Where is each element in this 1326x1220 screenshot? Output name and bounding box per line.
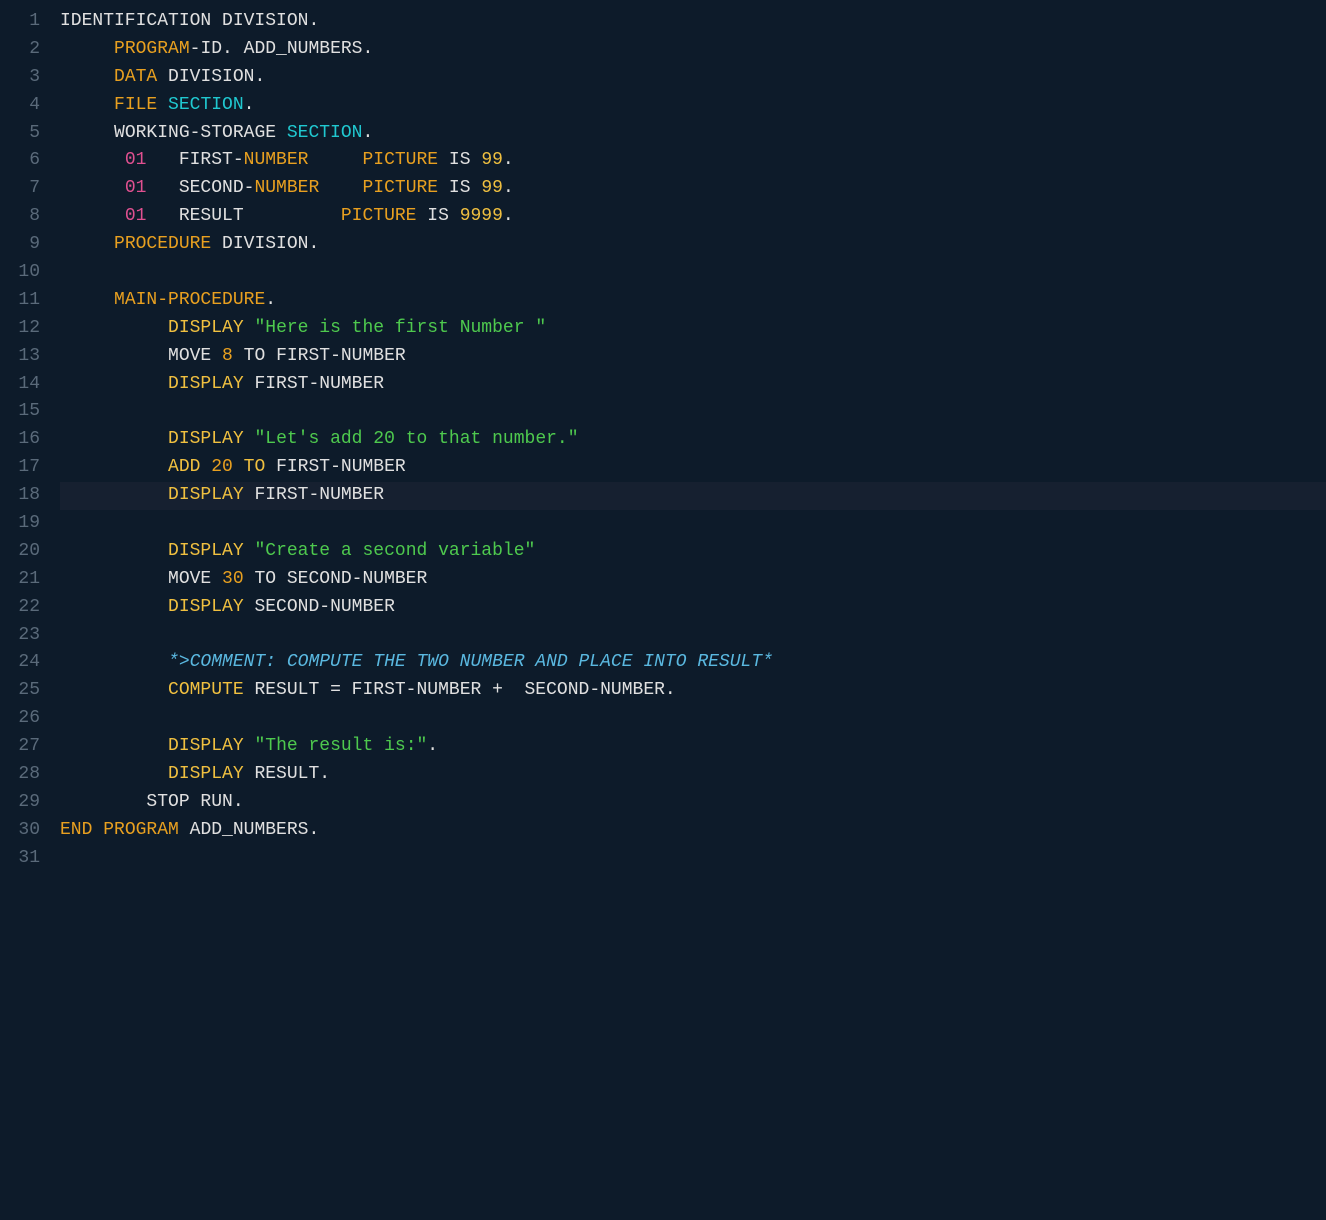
code-line-5: WORKING-STORAGE SECTION.	[60, 120, 1326, 148]
code-line-10	[60, 259, 1326, 287]
code-line-16: DISPLAY "Let's add 20 to that number."	[60, 426, 1326, 454]
line-num-19: 19	[8, 510, 40, 538]
code-line-29: STOP RUN.	[60, 789, 1326, 817]
line-num-26: 26	[8, 705, 40, 733]
code-line-11: MAIN-PROCEDURE.	[60, 287, 1326, 315]
code-line-19	[60, 510, 1326, 538]
line-num-11: 11	[8, 287, 40, 315]
line-num-31: 31	[8, 845, 40, 873]
line-num-8: 8	[8, 203, 40, 231]
line-num-28: 28	[8, 761, 40, 789]
line-num-1: 1	[8, 8, 40, 36]
code-line-28: DISPLAY RESULT.	[60, 761, 1326, 789]
code-line-4: FILE SECTION.	[60, 92, 1326, 120]
line-num-3: 3	[8, 64, 40, 92]
line-numbers: 1 2 3 4 5 6 7 8 9 10 11 12 13 14 15 16 1…	[0, 8, 52, 1212]
code-line-20: DISPLAY "Create a second variable"	[60, 538, 1326, 566]
line-num-22: 22	[8, 594, 40, 622]
line-num-30: 30	[8, 817, 40, 845]
code-line-22: DISPLAY SECOND-NUMBER	[60, 594, 1326, 622]
line-num-14: 14	[8, 371, 40, 399]
line-num-13: 13	[8, 343, 40, 371]
code-line-23	[60, 622, 1326, 650]
line-num-2: 2	[8, 36, 40, 64]
code-line-7: 01 SECOND-NUMBER PICTURE IS 99.	[60, 175, 1326, 203]
line-num-12: 12	[8, 315, 40, 343]
code-line-14: DISPLAY FIRST-NUMBER	[60, 371, 1326, 399]
code-line-6: 01 FIRST-NUMBER PICTURE IS 99.	[60, 147, 1326, 175]
code-line-30: END PROGRAM ADD_NUMBERS.	[60, 817, 1326, 845]
line-num-9: 9	[8, 231, 40, 259]
code-editor: 1 2 3 4 5 6 7 8 9 10 11 12 13 14 15 16 1…	[0, 0, 1326, 1220]
line-num-23: 23	[8, 622, 40, 650]
line-num-24: 24	[8, 649, 40, 677]
code-content: IDENTIFICATION DIVISION. PROGRAM-ID. ADD…	[52, 8, 1326, 1212]
code-line-9: PROCEDURE DIVISION.	[60, 231, 1326, 259]
line-num-5: 5	[8, 120, 40, 148]
line-num-17: 17	[8, 454, 40, 482]
line-num-15: 15	[8, 398, 40, 426]
code-line-31	[60, 845, 1326, 873]
line-num-21: 21	[8, 566, 40, 594]
code-line-26	[60, 705, 1326, 733]
line-num-10: 10	[8, 259, 40, 287]
code-line-15	[60, 398, 1326, 426]
line-num-7: 7	[8, 175, 40, 203]
code-line-24: *>COMMENT: COMPUTE THE TWO NUMBER AND PL…	[60, 649, 1326, 677]
code-line-2: PROGRAM-ID. ADD_NUMBERS.	[60, 36, 1326, 64]
code-line-12: DISPLAY "Here is the first Number "	[60, 315, 1326, 343]
line-num-20: 20	[8, 538, 40, 566]
code-line-1: IDENTIFICATION DIVISION.	[60, 8, 1326, 36]
code-line-25: COMPUTE RESULT = FIRST-NUMBER + SECOND-N…	[60, 677, 1326, 705]
code-line-21: MOVE 30 TO SECOND-NUMBER	[60, 566, 1326, 594]
code-line-18: DISPLAY FIRST-NUMBER	[60, 482, 1326, 510]
line-num-16: 16	[8, 426, 40, 454]
code-line-13: MOVE 8 TO FIRST-NUMBER	[60, 343, 1326, 371]
code-line-3: DATA DIVISION.	[60, 64, 1326, 92]
line-num-6: 6	[8, 147, 40, 175]
line-num-18: 18	[8, 482, 40, 510]
code-line-8: 01 RESULT PICTURE IS 9999.	[60, 203, 1326, 231]
line-num-27: 27	[8, 733, 40, 761]
line-num-4: 4	[8, 92, 40, 120]
line-num-25: 25	[8, 677, 40, 705]
line-num-29: 29	[8, 789, 40, 817]
code-line-27: DISPLAY "The result is:".	[60, 733, 1326, 761]
code-line-17: ADD 20 TO FIRST-NUMBER	[60, 454, 1326, 482]
